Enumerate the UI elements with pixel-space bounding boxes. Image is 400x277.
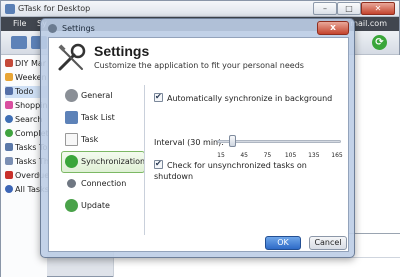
interval-tick-label: 45 (240, 152, 249, 159)
dialog-footer: OK Cancel (49, 236, 348, 252)
settings-nav: General Task List Task Synchronization C… (53, 85, 145, 235)
flag-icon (5, 171, 13, 179)
interval-tick-label: 75 (263, 152, 272, 159)
interval-tick-label: 105 (284, 152, 297, 159)
document-icon (65, 133, 78, 146)
settings-icon (48, 24, 57, 33)
nav-item-label: Update (81, 201, 110, 210)
nav-divider (144, 85, 145, 235)
sidebar-item-label: Search (15, 115, 43, 124)
dialog-header: Settings Customize the application to fi… (49, 38, 348, 78)
ok-button[interactable]: OK (265, 236, 301, 250)
plug-icon (67, 179, 76, 188)
new-list-icon[interactable] (11, 36, 27, 49)
calendar-icon (5, 157, 13, 165)
minimize-button[interactable]: – (313, 2, 337, 15)
interval-slider[interactable] (217, 135, 341, 151)
dialog-titlebar: Settings x (41, 19, 354, 37)
list-icon (5, 59, 13, 67)
menu-file[interactable]: File (13, 19, 26, 28)
check-unsync-checkbox[interactable] (154, 158, 163, 169)
nav-item-synchronization[interactable]: Synchronization (61, 151, 145, 173)
app-icon (5, 4, 15, 14)
dialog-heading: Settings (94, 43, 150, 59)
slider-thumb[interactable] (229, 135, 237, 147)
interval-tick-label: 15 (217, 152, 225, 159)
calendar-icon (5, 143, 13, 151)
dialog-title: Settings (62, 24, 95, 33)
gear-icon (65, 89, 78, 102)
nav-item-label: Synchronization (81, 157, 146, 166)
list-icon (5, 101, 13, 109)
update-icon (65, 199, 78, 212)
maximize-button[interactable]: □ (337, 2, 361, 15)
main-close-button[interactable]: ✕ (361, 2, 395, 15)
interval-tick-label: 135 (308, 152, 320, 159)
sync-icon (65, 155, 78, 168)
nav-item-connection[interactable]: Connection (61, 173, 145, 195)
nav-item-label: Task (81, 135, 99, 144)
dialog-subheading: Customize the application to fit your pe… (94, 61, 304, 70)
auto-sync-option[interactable]: Automatically synchronize in background (154, 91, 333, 104)
list-icon (5, 73, 13, 81)
sidebar-item-label: Todo (15, 87, 34, 96)
nav-item-task-list[interactable]: Task List (61, 107, 145, 129)
check-unsync-option[interactable]: Check for unsynchronized tasks on shutdo… (154, 158, 348, 182)
nav-item-task[interactable]: Task (61, 129, 145, 151)
check-icon (5, 129, 13, 137)
nav-item-update[interactable]: Update (61, 195, 145, 217)
list-icon (65, 111, 78, 124)
settings-dialog: Settings x Settings Customize the applic… (40, 18, 355, 258)
wrench-screwdriver-icon (58, 43, 86, 71)
dialog-close-button[interactable]: x (317, 21, 349, 35)
nav-item-label: Connection (81, 179, 127, 188)
interval-tick-label: 165 (331, 152, 343, 159)
auto-sync-label: Automatically synchronize in background (167, 94, 333, 103)
search-icon (5, 115, 13, 123)
nav-item-label: Task List (81, 113, 115, 122)
main-titlebar: GTask for Desktop – □ ✕ (1, 1, 399, 17)
list-icon (5, 87, 13, 95)
globe-icon (5, 185, 13, 193)
nav-item-general[interactable]: General (61, 85, 145, 107)
dialog-body: Settings Customize the application to fi… (48, 37, 349, 252)
interval-label: Interval (30 min): (154, 138, 224, 147)
main-window-title: GTask for Desktop (18, 4, 91, 13)
sync-icon[interactable]: ⟳ (372, 35, 387, 50)
cancel-button[interactable]: Cancel (309, 236, 347, 250)
check-unsync-label: Check for unsynchronized tasks on shutdo… (154, 161, 307, 181)
account-email: mail.com (350, 19, 387, 28)
nav-item-label: General (81, 91, 113, 100)
auto-sync-checkbox[interactable] (154, 91, 163, 102)
